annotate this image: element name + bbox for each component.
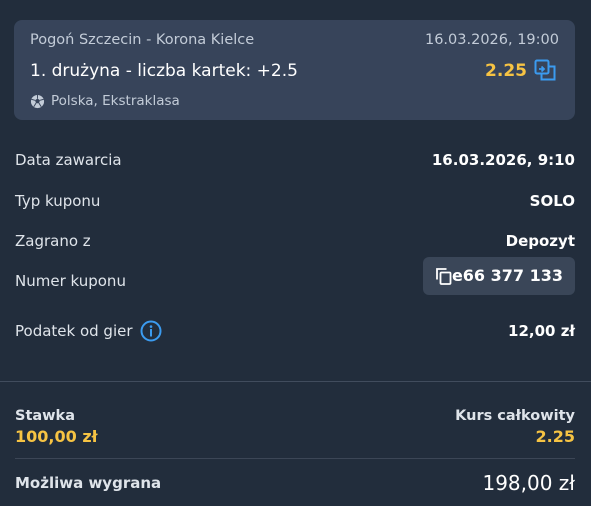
tax-value: 12,00 zł (508, 322, 575, 340)
total-odds-label: Kurs całkowity (455, 408, 575, 424)
played-value: Depozyt (505, 232, 575, 250)
row-tax: Podatek od gier 12,00 zł (15, 319, 575, 343)
event-date: 16.03.2026, 19:00 (424, 32, 559, 48)
tax-label: Podatek od gier (15, 322, 133, 340)
possible-win-label: Możliwa wygrana (15, 474, 162, 492)
copy-coupon-button[interactable]: e66 377 133 (423, 257, 575, 295)
stake-label: Stawka (15, 408, 75, 424)
swap-icon[interactable] (533, 58, 557, 82)
football-icon (30, 94, 45, 108)
coupon-label: Numer kuponu (15, 272, 126, 290)
event-teams: Pogoń Szczecin - Korona Kielce (30, 32, 255, 48)
copy-icon (436, 268, 452, 285)
row-date: Data zawarcia 16.03.2026, 9:10 (15, 148, 575, 172)
info-icon[interactable] (140, 320, 162, 342)
row-played: Zagrano z Depozyt (15, 229, 575, 253)
divider (15, 458, 575, 459)
date-label: Data zawarcia (15, 151, 122, 169)
played-label: Zagrano z (15, 232, 91, 250)
event-market: 1. drużyna - liczba kartek: +2.5 (30, 61, 298, 81)
row-type: Typ kuponu SOLO (15, 189, 575, 213)
event-card: Pogoń Szczecin - Korona Kielce 16.03.202… (14, 20, 575, 120)
coupon-number: e66 377 133 (451, 266, 563, 285)
possible-win-value: 198,00 zł (482, 471, 575, 495)
league-label: Polska, Ekstraklasa (51, 93, 180, 109)
stake-value: 100,00 zł (15, 427, 98, 446)
type-value: SOLO (529, 192, 575, 210)
event-odds: 2.25 (485, 61, 527, 81)
row-coupon: Numer kuponu e66 377 133 (15, 257, 575, 295)
league-info: Polska, Ekstraklasa (30, 93, 180, 109)
date-value: 16.03.2026, 9:10 (431, 151, 575, 169)
total-odds-value: 2.25 (535, 427, 575, 446)
divider (0, 381, 591, 382)
type-label: Typ kuponu (15, 192, 101, 210)
